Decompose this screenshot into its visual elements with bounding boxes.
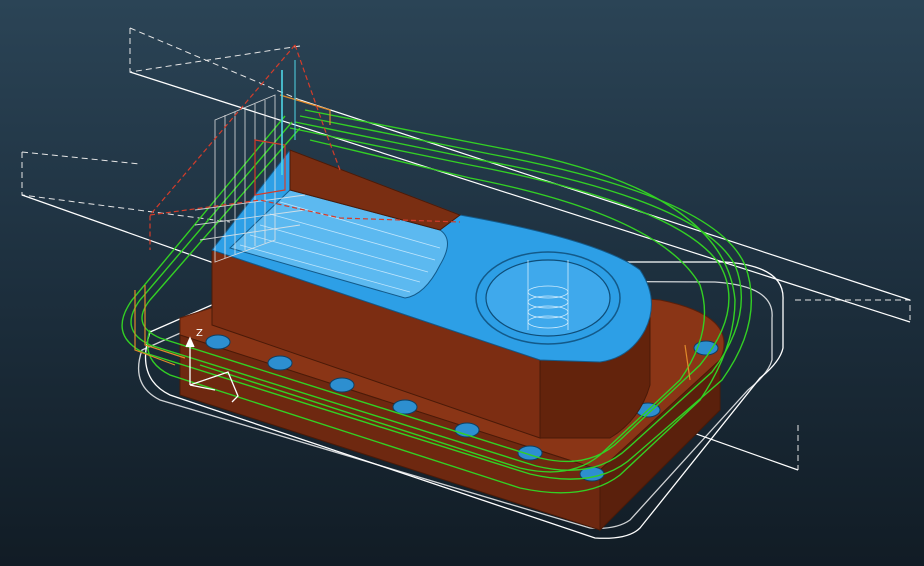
cam-3d-viewport[interactable]: Z — [0, 0, 924, 566]
tool-cone-right — [294, 44, 341, 171]
toolpath-simulation-scene[interactable]: Z — [0, 0, 924, 566]
bounding-plane-top — [129, 27, 301, 101]
hole-3 — [329, 377, 355, 393]
bounding-plane-right — [795, 299, 911, 470]
rapid-move-2 — [144, 285, 186, 359]
hole-4 — [392, 399, 418, 415]
axis-z-label: Z — [196, 328, 203, 339]
hole-1 — [205, 334, 231, 350]
hole-2 — [267, 355, 293, 371]
bounding-plane-left — [21, 151, 231, 223]
